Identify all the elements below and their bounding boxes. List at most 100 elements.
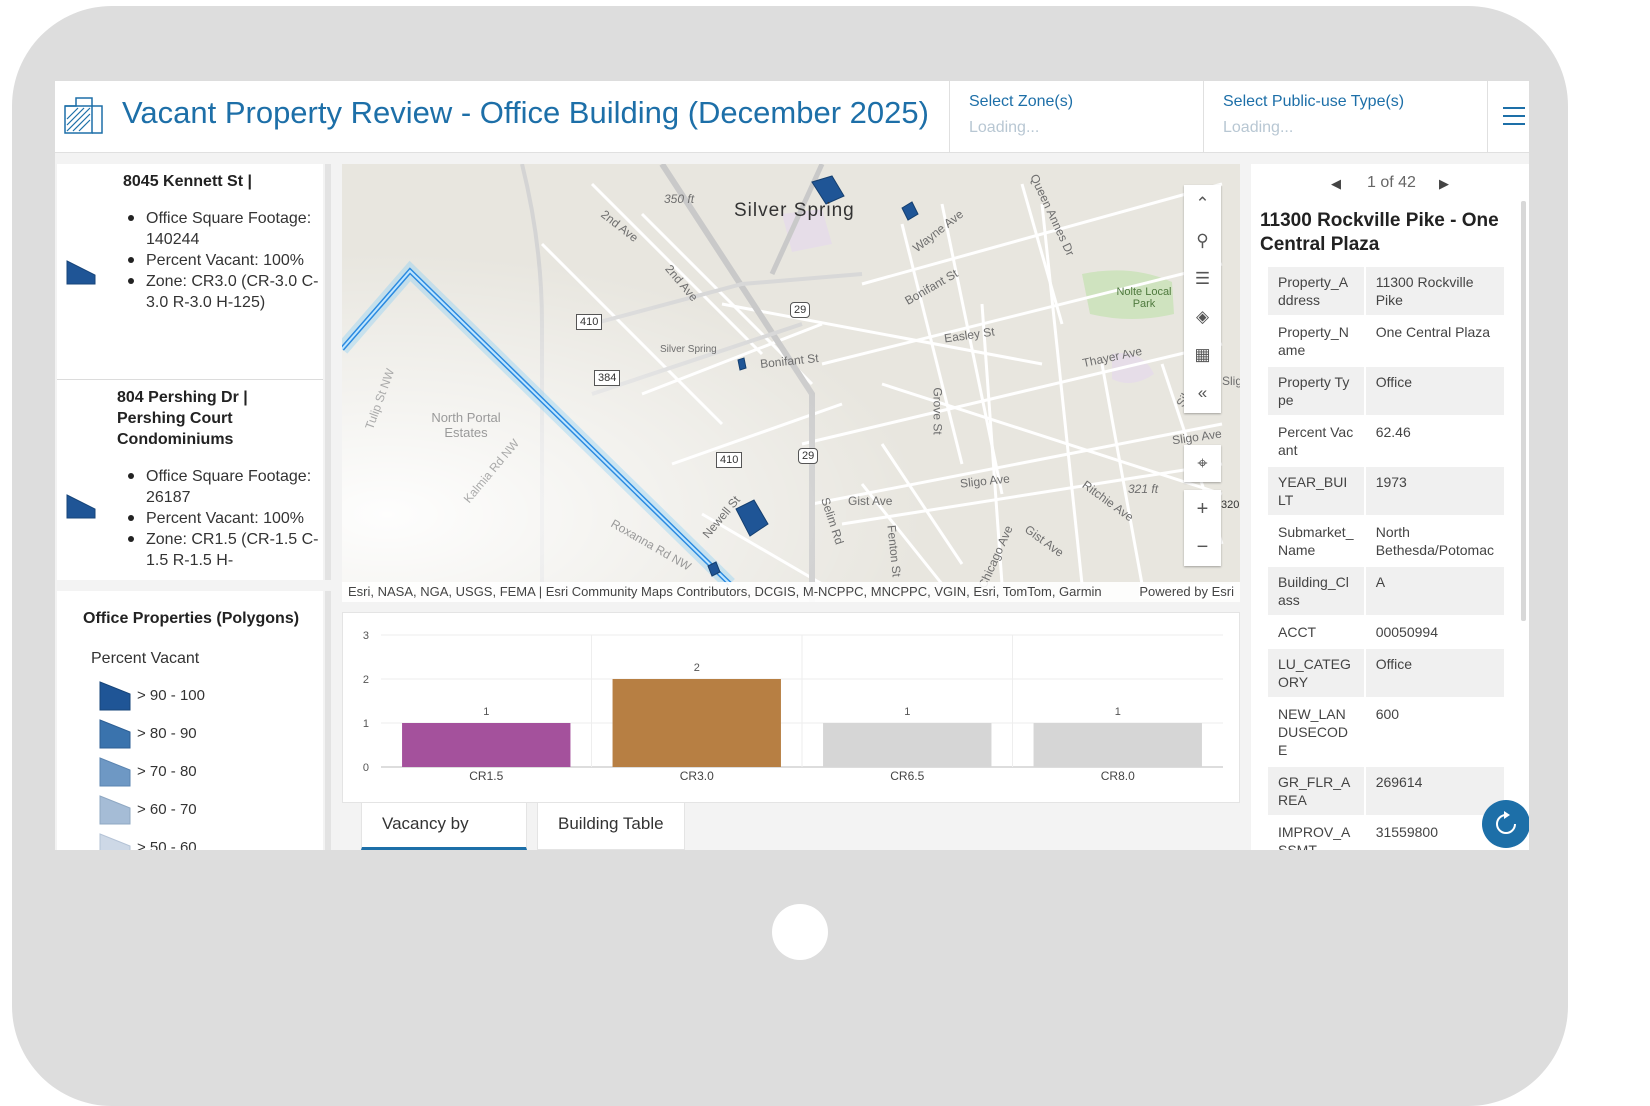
list-item-title: 8045 Kennett St | [123,173,252,190]
list-item-title: 804 Pershing Dr | Pershing Court Condomi… [117,389,248,448]
legend-title: Office Properties (Polygons) [83,610,300,627]
zone-filter-label: Select Zone(s) [969,93,1074,110]
map-toolbar: ⌃ ⚲ ☰ ◈ ▦ « [1184,185,1221,413]
legend-swatch-icon [99,719,131,749]
zone-filter-value[interactable]: Loading... [969,119,1184,137]
public-use-filter-label: Select Public-use Type(s) [1223,93,1405,110]
attribute-key: Percent Vacant [1268,416,1366,467]
list-item-details: Office Square Footage: 26187 Percent Vac… [128,466,321,571]
search-icon[interactable]: ⚲ [1184,222,1221,259]
x-tick-label: CR3.0 [680,769,714,783]
attribute-row: Submarket_Name North Bethesda/Potomac [1268,516,1504,567]
legend-class: > 50 - 60 [97,832,317,850]
basemap [342,164,1240,602]
route-shield: 29 [790,302,811,318]
app-header: Vacant Property Review - Office Building… [55,81,1529,153]
x-tick-label: CR6.5 [890,769,924,783]
attribute-value: 11300 Rockville Pike [1364,267,1504,317]
bar-chart: 0 1 2 3 1 CR1.5 2 CR3.0 1 CR6.5 1 CR8.0 [363,630,1223,783]
legend-swatch-icon [99,681,131,711]
attribute-value: 62.46 [1364,416,1504,467]
basemap-icon[interactable]: ▦ [1184,336,1221,373]
polygon-swatch-icon [66,260,96,285]
legend-swatch-icon [99,833,131,850]
route-shield: 410 [716,452,743,468]
tab-vacancy-by-zone[interactable]: Vacancy by Zone [361,803,527,850]
collapse-icon[interactable]: ⌃ [1184,185,1221,222]
feature-pager: ◀ 1 of 42 ▶ [1251,174,1529,194]
route-shield: 29 [798,448,819,464]
app-title: Vacant Property Review - Office Building… [122,95,929,130]
legend-swatch-icon [99,757,131,787]
attribute-value: One Central Plaza [1364,316,1504,367]
attribute-key: NEW_LANDUSECODE [1268,698,1366,767]
chevrons-left-icon[interactable]: « [1184,374,1221,411]
layers-icon[interactable]: ◈ [1184,298,1221,335]
y-tick-label: 2 [363,674,369,686]
locate-icon[interactable]: ⌖ [1184,445,1221,482]
legend-scrollbar[interactable] [325,591,331,850]
attribute-value: A [1364,566,1504,617]
attribute-row: GR_FLR_AREA 269614 [1268,766,1504,817]
legend-class-label: > 80 - 90 [137,725,197,742]
feature-detail-panel: ◀ 1 of 42 ▶ 11300 Rockville Pike - One C… [1251,164,1529,850]
attribute-value: 00050994 [1364,616,1504,649]
list-item-detail: Percent Vacant: 100% [128,250,321,271]
home-button[interactable] [772,904,828,960]
y-tick-label: 0 [363,762,369,774]
menu-icon [1503,107,1525,109]
map-label: Silver Spring [660,344,717,355]
attribute-table: Property_Address 11300 Rockville Pike Prop… [1268,267,1504,850]
attribute-row: Property_Name One Central Plaza [1268,316,1504,367]
list-item-detail: Office Square Footage: 140244 [128,208,321,250]
refresh-button[interactable] [1482,800,1529,848]
list-scrollbar[interactable] [325,164,331,580]
tab-building-table[interactable]: Building Table [537,803,685,850]
public-use-filter[interactable]: Select Public-use Type(s) Loading... [1203,81,1487,153]
y-tick-label: 1 [363,718,369,730]
attribute-key: IMPROV_ASSMT [1268,816,1366,850]
legend-swatch-icon [99,795,131,825]
zone-filter[interactable]: Select Zone(s) Loading... [949,81,1203,153]
feature-count: 1 of 42 [1367,174,1416,191]
next-feature-icon[interactable]: ▶ [1439,176,1449,192]
attribute-key: YEAR_BUILT [1268,466,1366,517]
chart-bar [823,723,992,767]
attribute-row: IMPROV_ASSMT 31559800 [1268,816,1504,850]
refresh-icon [1496,811,1516,834]
menu-icon-bar [1503,123,1525,125]
map-label: Nolte Local Park [1116,286,1172,310]
attribute-value: North Bethesda/Potomac [1364,516,1504,567]
bar-data-label: 2 [694,662,700,674]
detail-scrollbar[interactable] [1521,201,1526,621]
attribute-row: Property Type Office [1268,366,1504,417]
polygon-swatch-icon [66,494,96,519]
list-item-details: Office Square Footage: 140244 Percent Va… [128,208,321,313]
zoom-out-button[interactable]: − [1184,528,1221,566]
attribute-key: Submarket_Name [1268,516,1366,567]
bar-data-label: 1 [483,706,489,718]
map-label: Sligo [1222,374,1240,388]
attribute-row: Property_Address 11300 Rockville Pike [1268,267,1504,317]
list-item-detail: Zone: CR1.5 (CR-1.5 C-1.5 R-1.5 H- [128,529,321,571]
list-icon[interactable]: ☰ [1184,260,1221,297]
attribute-key: GR_FLR_AREA [1268,766,1366,817]
attribute-value: Office [1364,648,1504,699]
x-tick-label: CR8.0 [1101,769,1135,783]
attribute-row: ACCT 00050994 [1268,616,1504,649]
powered-by-esri-link[interactable]: Powered by Esri [1139,584,1234,599]
y-tick-label: 3 [363,630,369,642]
attribute-value: 1973 [1364,466,1504,517]
public-use-filter-value[interactable]: Loading... [1223,119,1468,137]
attribute-row: NEW_LANDUSECODE 600 [1268,698,1504,767]
route-shield: 320 [1221,499,1240,511]
map-label: North Portal Estates [431,410,501,440]
list-item[interactable]: 8045 Kennett St | Office Square Footage:… [57,164,323,380]
zoom-in-button[interactable]: + [1184,490,1221,528]
chart-bar [612,679,781,767]
prev-feature-icon[interactable]: ◀ [1331,176,1341,192]
legend-class-label: > 90 - 100 [137,687,205,704]
menu-button[interactable] [1487,81,1529,153]
list-item[interactable]: 804 Pershing Dr | Pershing Court Condomi… [57,380,323,580]
map-view[interactable]: Silver Spring 350 ft 2nd Ave 2nd Ave Way… [342,164,1240,602]
